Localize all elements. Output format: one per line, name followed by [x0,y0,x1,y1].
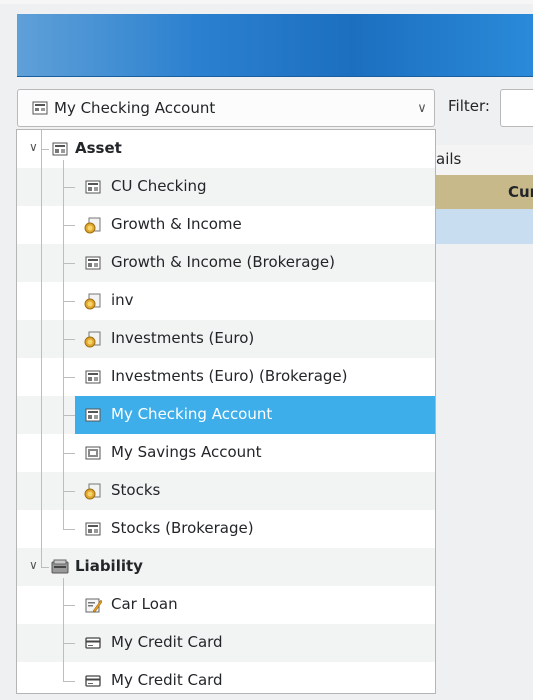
investment-icon [84,330,102,348]
tree-connector [63,529,75,530]
tree-category-liability[interactable]: ∨ Liability [17,548,435,586]
tree-connector [63,160,64,529]
tree-item-label: Stocks [111,481,161,499]
credit-card-icon [84,634,102,652]
tree-item[interactable]: Growth & Income [17,206,435,244]
checking-icon [84,178,102,196]
tree-connector [63,225,75,226]
liability-icon [51,558,69,576]
asset-icon [51,140,69,158]
investment-icon [84,292,102,310]
tree-connector [41,130,42,567]
window-top-edge [0,0,533,4]
tree-item-label: Growth & Income [111,215,242,233]
tree-item[interactable]: inv [17,282,435,320]
tree-item-label: My Savings Account [111,443,262,461]
tree-connector [63,377,75,378]
tree-category-label: Liability [75,557,143,575]
tree-connector [41,149,49,150]
tree-item[interactable]: Stocks (Brokerage) [17,510,435,548]
tree-item[interactable]: Growth & Income (Brokerage) [17,244,435,282]
tree-item[interactable]: Car Loan [17,586,435,624]
credit-card-icon [84,672,102,690]
checking-icon [32,101,48,115]
register-row [436,209,533,244]
tree-connector [63,643,75,644]
investment-icon [84,482,102,500]
tree-item[interactable]: Stocks [17,472,435,510]
tree-item[interactable]: Investments (Euro) (Brokerage) [17,358,435,396]
checking-icon [84,254,102,272]
tree-item[interactable]: My Checking Account [17,396,435,434]
filter-input[interactable] [500,89,533,127]
tree-item[interactable]: CU Checking [17,168,435,206]
tree-connector [63,339,75,340]
header-banner [17,14,533,77]
tree-connector [63,605,75,606]
expand-toggle-icon[interactable]: ∨ [29,140,38,154]
investment-icon [84,216,102,234]
chevron-down-icon[interactable]: ∨ [410,101,434,116]
filter-label: Filter: [448,97,490,115]
tree-item[interactable]: My Credit Card [17,624,435,662]
tree-item-label: Growth & Income (Brokerage) [111,253,335,271]
tree-connector [63,578,64,681]
tree-connector [63,187,75,188]
checking-icon [84,368,102,386]
register-column-header: Cur [436,175,533,210]
tree-connector [63,453,75,454]
tree-connector [63,681,75,682]
savings-icon [84,444,102,462]
tree-item-label: Investments (Euro) (Brokerage) [111,367,348,385]
tree-item-label: My Checking Account [111,405,273,423]
tree-connector [63,415,75,416]
tree-item-label: Stocks (Brokerage) [111,519,254,537]
account-combobox[interactable]: My Checking Account ∨ [17,89,435,127]
tree-item[interactable]: Investments (Euro) [17,320,435,358]
tree-connector [63,263,75,264]
tree-connector [63,491,75,492]
tree-connector [41,567,49,568]
tree-item-label: inv [111,291,134,309]
tree-item-label: Investments (Euro) [111,329,255,347]
register-column-label: Cur [508,183,533,201]
tree-item-label: CU Checking [111,177,207,195]
checking-icon [84,520,102,538]
register-header: ails [436,145,533,176]
tree-item-label: My Credit Card [111,671,223,689]
expand-toggle-icon[interactable]: ∨ [29,558,38,572]
tree-item[interactable]: My Savings Account [17,434,435,472]
tree-item-label: My Credit Card [111,633,223,651]
tree-connector [63,301,75,302]
tree-item-label: Car Loan [111,595,178,613]
register-header-text: ails [436,150,462,168]
tree-category-label: Asset [75,139,122,157]
account-combobox-value: My Checking Account [54,99,216,117]
tree-category-asset[interactable]: ∨ Asset [17,130,435,168]
tree-item[interactable]: My Credit Card [17,662,435,700]
loan-icon [84,596,102,614]
account-dropdown-list[interactable]: ∨ Asset CU Checking Growth & Income Growth &… [16,129,436,694]
checking-icon [84,406,102,424]
